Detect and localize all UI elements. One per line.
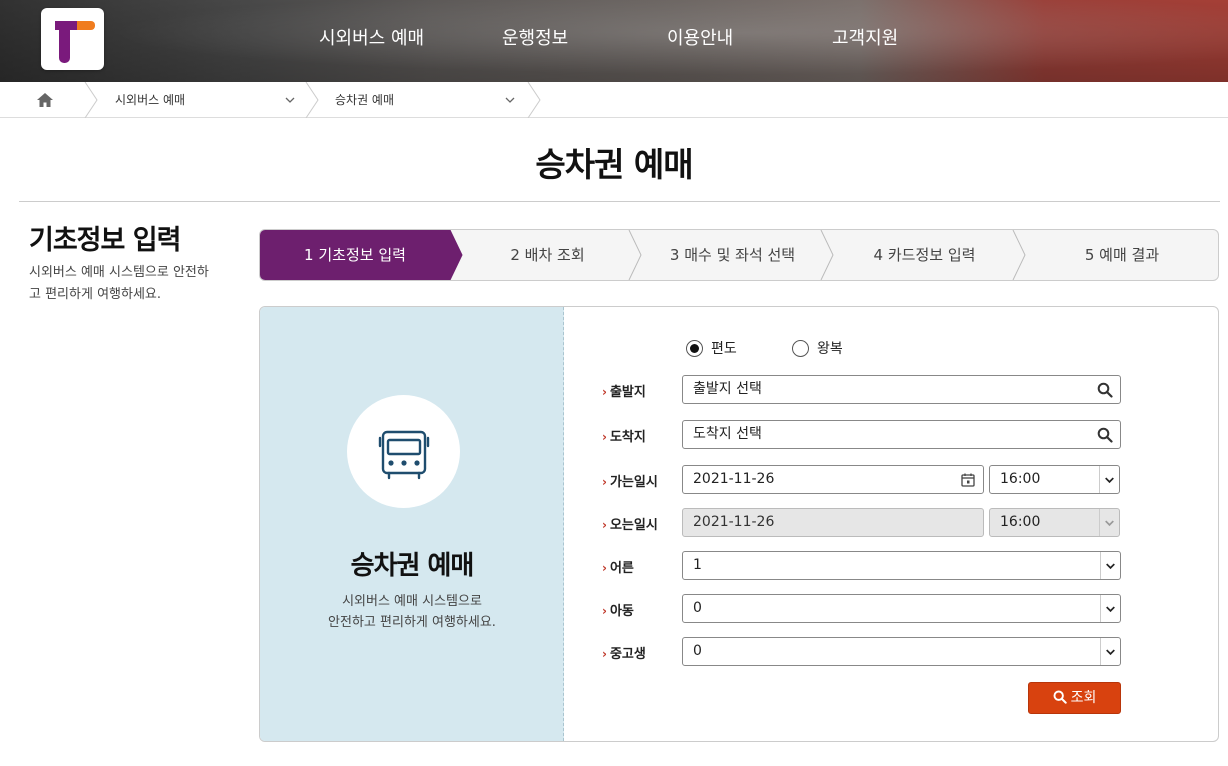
bullet-icon: › [602,604,607,618]
panel-description: 시외버스 예매 시스템으로 안전하고 편리하게 여행하세요. [260,591,564,633]
bullet-icon: › [602,385,607,399]
breadcrumb-ticket-booking[interactable]: 승차권 예매 [335,82,525,118]
site-header: 시외버스 예매 운행정보 이용안내 고객지원 [0,0,1228,82]
chevron-down-icon [285,97,295,103]
bullet-icon: › [602,647,607,661]
step-card-info[interactable]: 4 카드정보 입력 [832,230,1017,280]
field-value: 2021-11-26 [693,471,775,487]
nav-customer-support[interactable]: 고객지원 [832,27,898,51]
student-count-select[interactable]: 0 [682,637,1121,666]
departure-input[interactable]: 출발지 선택 [682,375,1121,404]
label-text: 출발지 [609,385,646,400]
breadcrumb-home[interactable] [28,82,84,118]
return-time-select: 16:00 [989,508,1120,537]
adult-label: › 어른 [602,557,634,576]
radio-dot [686,340,703,357]
home-icon [37,93,53,107]
label-text: 어른 [609,561,634,576]
bullet-icon: › [602,518,607,532]
panel-title: 승차권 예매 [350,551,475,581]
step-booking-result[interactable]: 5 예매 결과 [1024,230,1218,280]
select-value: 16:00 [1000,471,1041,487]
panel-description-line: 안전하고 편리하게 여행하세요. [328,615,496,630]
bus-icon [378,430,430,480]
arrival-input[interactable]: 도착지 선택 [682,420,1121,449]
section-description-line: 고 편리하게 여행하세요. [29,287,161,302]
page-title: 승차권 예매 [535,145,693,184]
radio-one-way[interactable]: 편도 [686,340,756,358]
radio-label: 왕복 [817,341,843,357]
nav-intercity-booking[interactable]: 시외버스 예매 [319,27,424,51]
bullet-icon: › [602,430,607,444]
bullet-icon: › [602,475,607,489]
departure-label: › 출발지 [602,381,646,400]
select-value: 0 [693,600,702,616]
breadcrumb: 시외버스 예매 승차권 예매 [0,82,1228,118]
step-basic-info[interactable]: 1 기초정보 입력 [260,230,450,280]
main-nav: 시외버스 예매 운행정보 이용안내 고객지원 [0,0,1228,82]
nav-service-info[interactable]: 운행정보 [502,27,568,51]
radio-label: 편도 [711,341,737,357]
bullet-icon: › [602,561,607,575]
chevron-down-icon [1100,638,1115,665]
arrival-label: › 도착지 [602,426,646,445]
label-text: 아동 [609,604,634,619]
radio-dot [792,340,809,357]
calendar-icon[interactable] [960,472,976,488]
chevron-down-icon [505,97,515,103]
bus-badge [347,395,460,508]
select-value: 16:00 [1000,514,1041,530]
label-text: 가는일시 [609,475,658,490]
chevron-down-icon [1100,552,1115,579]
search-icon [1053,690,1067,704]
booking-panel: 승차권 예매 시외버스 예매 시스템으로 안전하고 편리하게 여행하세요. 편도… [259,306,1219,742]
panel-intro: 승차권 예매 시외버스 예매 시스템으로 안전하고 편리하게 여행하세요. [260,307,564,741]
child-label: › 아동 [602,600,634,619]
return-date-input: 2021-11-26 [682,508,984,537]
panel-description-line: 시외버스 예매 시스템으로 [342,594,482,609]
nav-usage-guide[interactable]: 이용안내 [667,27,733,51]
student-label: › 중고생 [602,643,646,662]
adult-count-select[interactable]: 1 [682,551,1121,580]
label-text: 중고생 [609,647,646,662]
chevron-down-icon [1099,466,1114,493]
breadcrumb-intercity[interactable]: 시외버스 예매 [115,82,305,118]
breadcrumb-label: 시외버스 예매 [115,93,186,107]
step-seat-select[interactable]: 3 매수 및 좌석 선택 [640,230,825,280]
breadcrumb-separator [527,82,541,118]
select-value: 0 [693,643,702,659]
go-time-select[interactable]: 16:00 [989,465,1120,494]
search-button[interactable]: 조회 [1028,682,1121,714]
chevron-down-icon [1099,509,1114,536]
breadcrumb-separator [84,82,98,118]
field-value: 2021-11-26 [693,514,775,530]
divider [19,201,1220,202]
label-text: 도착지 [609,430,646,445]
breadcrumb-separator [305,82,319,118]
chevron-down-icon [1100,595,1115,622]
search-button-label: 조회 [1070,690,1097,706]
select-value: 1 [693,557,702,573]
breadcrumb-label: 승차권 예매 [335,93,395,107]
go-date-input[interactable]: 2021-11-26 [682,465,984,494]
search-icon[interactable] [1097,427,1113,443]
child-count-select[interactable]: 0 [682,594,1121,623]
step-schedule-search[interactable]: 2 배차 조회 [460,230,635,280]
field-value: 도착지 선택 [693,426,762,442]
field-value: 출발지 선택 [693,381,762,397]
go-datetime-label: › 가는일시 [602,471,658,490]
section-title: 기초정보 입력 [29,225,181,256]
return-datetime-label: › 오는일시 [602,514,658,533]
section-description: 시외버스 예매 시스템으로 안전하 고 편리하게 여행하세요. [29,262,225,306]
section-description-line: 시외버스 예매 시스템으로 안전하 [29,265,209,280]
radio-round-trip[interactable]: 왕복 [792,340,862,358]
search-icon[interactable] [1097,382,1113,398]
label-text: 오는일시 [609,518,658,533]
booking-steps: 1 기초정보 입력 2 배차 조회 3 매수 및 좌석 선택 4 카드정보 입력… [259,229,1219,281]
